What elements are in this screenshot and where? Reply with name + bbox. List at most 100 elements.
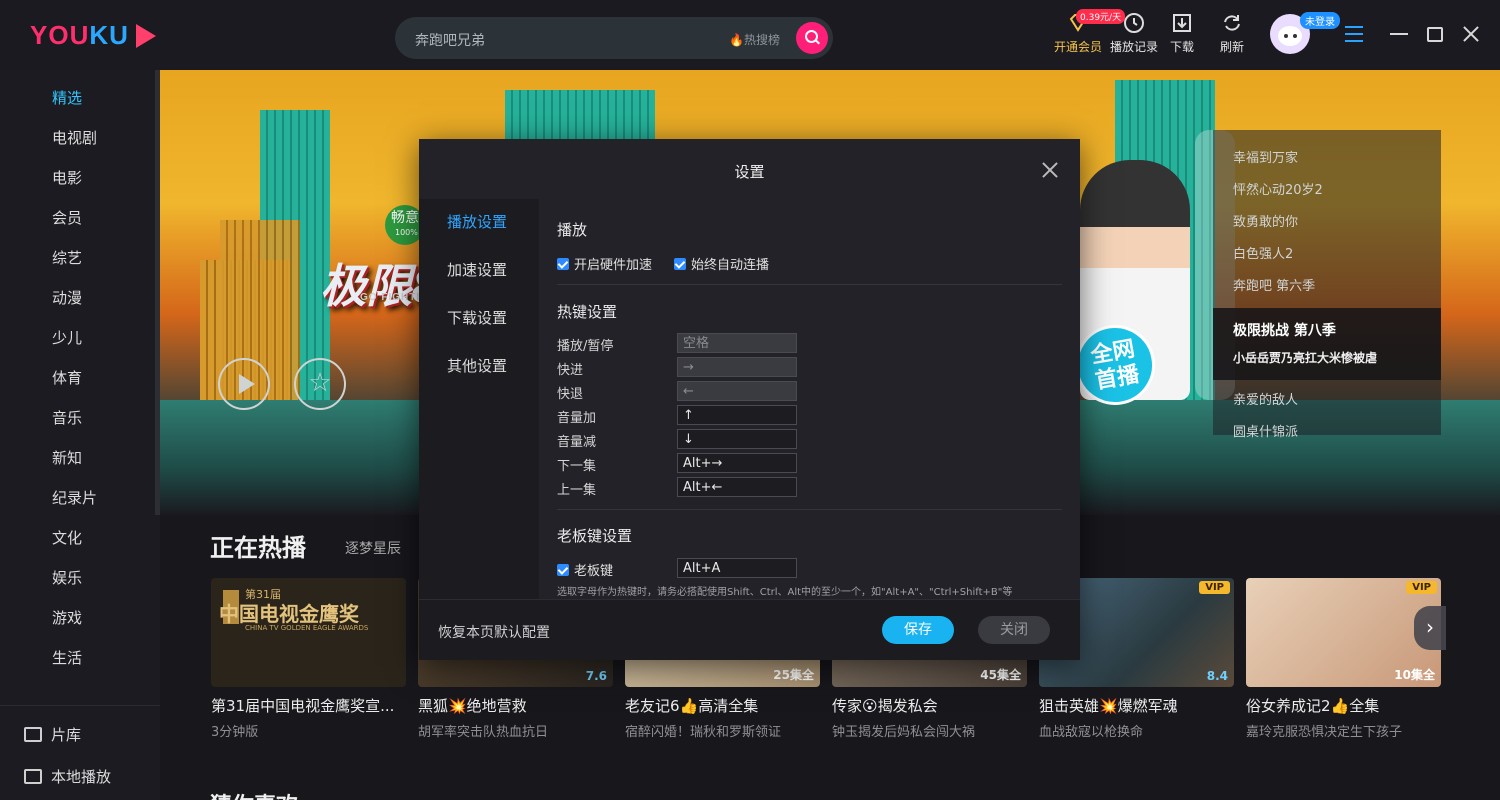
banner-list-active[interactable] (1213, 308, 1441, 380)
card-title[interactable]: 传家😮揭发私会 (832, 695, 1027, 716)
card-title[interactable]: 老友记6👍高清全集 (625, 695, 820, 716)
hotkey-field-next-episode[interactable]: Alt+→ (677, 453, 797, 473)
sidebar-item-games[interactable]: 游戏 (52, 607, 82, 628)
banner-list-item[interactable]: 怦然心动20岁2 (1233, 179, 1323, 198)
card-subtitle: 宿醉闪婚！瑞秋和罗斯领证 (625, 725, 782, 740)
sidebar-item-featured[interactable]: 精选 (52, 87, 82, 108)
search-button[interactable] (796, 22, 828, 54)
hw-accel-checkbox[interactable]: 开启硬件加速 (557, 254, 652, 273)
boss-key-field[interactable]: Alt+A (677, 558, 797, 578)
save-button[interactable]: 保存 (882, 616, 954, 644)
group-title-play: 播放 (557, 221, 588, 239)
sidebar-item-member[interactable]: 会员 (52, 207, 82, 228)
youku-logo[interactable]: YOUKU (30, 20, 129, 51)
vip-badge: VIP (1406, 581, 1437, 594)
hotkey-field-rewind[interactable]: ← (677, 381, 797, 401)
banner-playlist: 幸福到万家 怦然心动20岁2 致勇敢的你 白色强人2 奔跑吧 第六季 极限挑战 … (1213, 130, 1441, 440)
banner-list-item[interactable]: 圆桌什锦派 (1233, 421, 1298, 440)
refresh-icon (1224, 15, 1240, 31)
tab-other-settings[interactable]: 其他设置 (447, 355, 507, 376)
hotkey-field-volume-up[interactable]: ↑ (677, 405, 797, 425)
sidebar-item-variety[interactable]: 综艺 (52, 247, 82, 268)
folder-icon (24, 769, 42, 784)
banner-favorite-button[interactable]: ☆ (294, 358, 346, 410)
search-input[interactable]: 奔跑吧兄弟 (415, 30, 485, 50)
hotkey-field-forward[interactable]: → (677, 357, 797, 377)
restore-defaults-link[interactable]: 恢复本页默认配置 (438, 622, 550, 642)
thumb-text: CHINA TV GOLDEN EAGLE AWARDS (245, 624, 369, 632)
checkbox-label: 始终自动连播 (691, 258, 770, 273)
banner-list-item[interactable]: 亲爱的敌人 (1233, 389, 1298, 408)
tab-acceleration-settings[interactable]: 加速设置 (447, 259, 507, 280)
sidebar-item-kids[interactable]: 少儿 (52, 327, 82, 348)
sidebar-item-documentary[interactable]: 纪录片 (52, 487, 97, 508)
thumb-text: 中国电视金鹰奖 (219, 602, 359, 626)
banner-list-item[interactable]: 幸福到万家 (1233, 147, 1298, 166)
sidebar-item-music[interactable]: 音乐 (52, 407, 82, 428)
banner-list-item[interactable]: 白色强人2 (1233, 243, 1293, 262)
sidebar-item-library[interactable]: 片库 (24, 724, 81, 745)
card-subtitle: 胡军率突击队热血抗日 (418, 725, 549, 740)
hotkey-field-play-pause[interactable]: 空格 (677, 333, 797, 353)
minimize-icon[interactable] (1390, 33, 1408, 35)
login-badge[interactable]: 未登录 (1300, 12, 1340, 29)
logo-play-icon (136, 24, 156, 48)
banner-play-button[interactable] (218, 358, 270, 410)
close-icon[interactable] (1041, 161, 1059, 179)
tab-download-settings[interactable]: 下载设置 (447, 307, 507, 328)
dialog-title: 设置 (734, 163, 765, 181)
vip-button[interactable]: 开通会员 0.39元/天 (1048, 9, 1126, 62)
sidebar-item-movie[interactable]: 电影 (52, 167, 82, 188)
sidebar-item-local-play[interactable]: 本地播放 (24, 766, 111, 787)
sidebar-item-anime[interactable]: 动漫 (52, 287, 82, 308)
banner-active-title[interactable]: 极限挑战 第八季 (1233, 320, 1336, 340)
autoplay-checkbox[interactable]: 始终自动连播 (674, 254, 769, 273)
episode-badge: 10集全 (1394, 668, 1435, 682)
close-button[interactable]: 关闭 (978, 616, 1050, 644)
close-window-icon[interactable] (1462, 25, 1480, 43)
card-title[interactable]: 狙击英雄💥爆燃军魂 (1039, 695, 1234, 716)
card-title[interactable]: 俗女养成记2👍全集 (1246, 695, 1441, 716)
settings-dialog: 设置 播放设置 加速设置 下载设置 其他设置 播放 开启硬件加速 始终自动连播 … (419, 139, 1080, 660)
sidebar-item-entertainment[interactable]: 娱乐 (52, 567, 82, 588)
card-title[interactable]: 第31届中国电视金鹰奖宣... (211, 695, 406, 716)
group-title-boss-key: 老板键设置 (557, 527, 633, 545)
next-page-button[interactable]: › (1414, 606, 1446, 650)
refresh-button[interactable]: 刷新 (1202, 12, 1262, 62)
search-box[interactable]: 奔跑吧兄弟 🔥热搜榜 (395, 17, 833, 59)
tab-play-settings[interactable]: 播放设置 (447, 211, 507, 232)
boss-key-checkbox[interactable]: 老板键 (557, 560, 613, 579)
video-card[interactable]: 第31届 中国电视金鹰奖 CHINA TV GOLDEN EAGLE AWARD… (211, 578, 406, 740)
card-subtitle: 血战敌寇以枪换命 (1039, 725, 1144, 740)
checkbox-checked-icon (557, 564, 569, 576)
library-icon (24, 727, 42, 742)
sidebar-item-knowledge[interactable]: 新知 (52, 447, 82, 468)
sidebar-item-sports[interactable]: 体育 (52, 367, 82, 388)
hotkey-field-prev-episode[interactable]: Alt+← (677, 477, 797, 497)
dialog-header: 设置 (419, 139, 1080, 199)
sidebar-item-tv[interactable]: 电视剧 (52, 127, 97, 148)
banner-list-item[interactable]: 奔跑吧 第六季 (1233, 275, 1315, 294)
hotkey-field-volume-down[interactable]: ↓ (677, 429, 797, 449)
video-card[interactable]: VIP 10集全 俗女养成记2👍全集 嘉玲克服恐惧决定生下孩子 (1246, 578, 1441, 740)
hot-search-link[interactable]: 🔥热搜榜 (729, 31, 780, 48)
hotkey-label: 音量加 (557, 411, 597, 426)
history-label: 播放记录 (1109, 40, 1158, 54)
sidebar-item-life[interactable]: 生活 (52, 647, 82, 668)
section-title: 正在热播 (210, 534, 306, 562)
checkbox-checked-icon (557, 258, 569, 270)
library-label: 片库 (51, 726, 82, 744)
download-icon (1173, 14, 1191, 32)
dialog-footer: 恢复本页默认配置 保存 关闭 (419, 599, 1080, 660)
settings-content: 播放 开启硬件加速 始终自动连播 热键设置 播放/暂停 空格 快进 → 快退 ←… (539, 199, 1080, 599)
hotkey-hint: 选取字母作为热键时，请务必搭配使用Shift、Ctrl、Alt中的至少一个，如"… (557, 587, 1013, 598)
hotkey-label: 快进 (557, 363, 584, 378)
sidebar-item-culture[interactable]: 文化 (52, 527, 82, 548)
banner-list-item[interactable]: 致勇敢的你 (1233, 211, 1298, 230)
hotkey-label: 下一集 (557, 459, 597, 474)
rating-badge: 8.4 (1206, 669, 1228, 683)
menu-icon[interactable] (1345, 26, 1363, 42)
card-title[interactable]: 黑狐💥绝地营救 (418, 695, 613, 716)
maximize-icon[interactable] (1427, 27, 1443, 42)
section-subtitle-link[interactable]: 逐梦星辰 (345, 538, 401, 558)
